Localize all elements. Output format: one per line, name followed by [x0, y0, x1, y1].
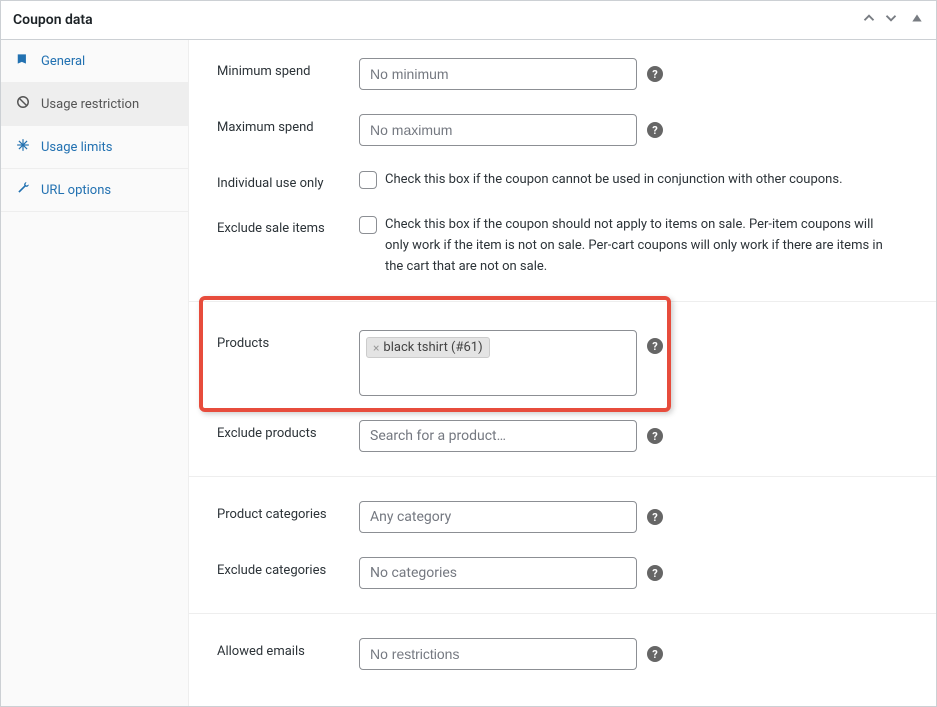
help-icon[interactable]: ? [647, 509, 663, 525]
coupon-tabs: General Usage restriction Usage limits U… [1, 40, 189, 706]
maximum-spend-input[interactable] [359, 114, 637, 146]
panel-toggle-icon[interactable] [910, 11, 924, 29]
tab-label: Usage restriction [41, 97, 139, 112]
row-individual-use: Individual use only Check this box if th… [189, 158, 936, 203]
wrench-icon [15, 181, 31, 199]
row-products: Products × black tshirt (#61) ? [189, 302, 936, 414]
bookmark-icon [15, 52, 31, 70]
tab-label: Usage limits [41, 140, 112, 155]
label-exclude-categories: Exclude categories [217, 557, 349, 578]
remove-tag-icon[interactable]: × [373, 341, 379, 355]
exclude-sale-checkbox[interactable] [359, 216, 377, 234]
label-exclude-products: Exclude products [217, 420, 349, 441]
spark-icon [15, 138, 31, 156]
individual-use-checkbox[interactable] [359, 171, 377, 189]
exclude-products-placeholder: Search for a product… [370, 428, 506, 444]
row-exclude-products: Exclude products Search for a product… ? [189, 414, 936, 477]
label-allowed-emails: Allowed emails [217, 638, 349, 659]
tab-general[interactable]: General [1, 40, 188, 83]
label-exclude-sale: Exclude sale items [217, 215, 349, 236]
help-icon[interactable]: ? [647, 338, 663, 354]
label-products: Products [217, 330, 349, 351]
row-minimum-spend: Minimum spend ? [189, 46, 936, 102]
ban-icon [15, 95, 31, 113]
row-allowed-emails: Allowed emails ? [189, 614, 936, 682]
product-categories-select[interactable]: Any category [359, 501, 637, 533]
exclude-categories-select[interactable]: No categories [359, 557, 637, 589]
tab-label: General [41, 54, 85, 69]
row-exclude-sale: Exclude sale items Check this box if the… [189, 203, 936, 302]
tab-content: Minimum spend ? Maximum spend ? Individu… [189, 40, 936, 706]
panel-header: Coupon data [1, 1, 936, 40]
product-tag: × black tshirt (#61) [366, 337, 490, 358]
minimum-spend-input[interactable] [359, 58, 637, 90]
products-select[interactable]: × black tshirt (#61) [359, 330, 637, 396]
exclude-sale-desc: Check this box if the coupon should not … [385, 215, 889, 277]
help-icon[interactable]: ? [647, 565, 663, 581]
individual-use-desc: Check this box if the coupon cannot be u… [385, 170, 843, 191]
label-min-spend: Minimum spend [217, 58, 349, 79]
panel-down-icon[interactable] [882, 9, 900, 31]
row-product-categories: Product categories Any category ? [189, 477, 936, 545]
label-individual-use: Individual use only [217, 170, 349, 191]
panel-up-icon[interactable] [860, 9, 878, 31]
panel-header-actions [860, 9, 924, 31]
label-max-spend: Maximum spend [217, 114, 349, 135]
exclude-categories-placeholder: No categories [370, 565, 457, 581]
help-icon[interactable]: ? [647, 646, 663, 662]
label-product-categories: Product categories [217, 501, 349, 522]
help-icon[interactable]: ? [647, 428, 663, 444]
coupon-data-panel: Coupon data General [0, 0, 937, 707]
tab-label: URL options [41, 183, 111, 198]
panel-body: General Usage restriction Usage limits U… [1, 40, 936, 706]
allowed-emails-input[interactable] [359, 638, 637, 670]
help-icon[interactable]: ? [647, 122, 663, 138]
row-exclude-categories: Exclude categories No categories ? [189, 545, 936, 614]
row-maximum-spend: Maximum spend ? [189, 102, 936, 158]
product-tag-label: black tshirt (#61) [383, 340, 482, 355]
tab-usage-restriction[interactable]: Usage restriction [1, 83, 188, 126]
exclude-products-select[interactable]: Search for a product… [359, 420, 637, 452]
product-categories-placeholder: Any category [370, 509, 451, 525]
tab-url-options[interactable]: URL options [1, 169, 188, 212]
panel-title: Coupon data [13, 12, 93, 28]
help-icon[interactable]: ? [647, 66, 663, 82]
tab-usage-limits[interactable]: Usage limits [1, 126, 188, 169]
